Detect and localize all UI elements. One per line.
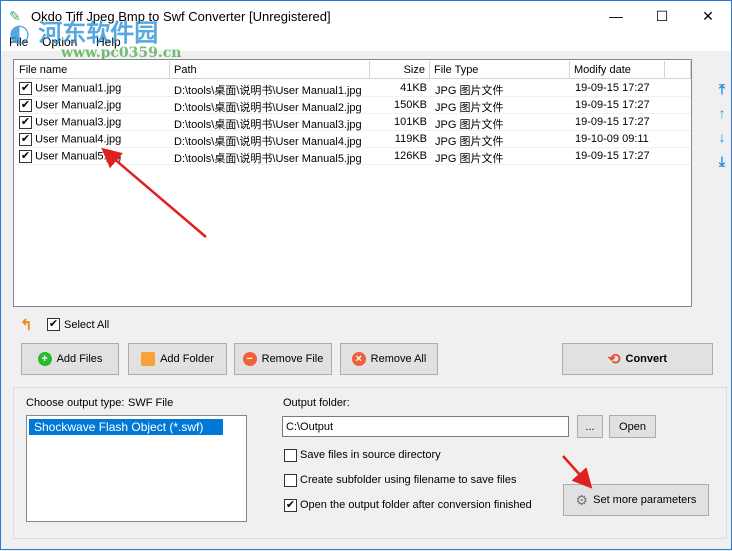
file-name: User Manual2.jpg bbox=[35, 99, 122, 112]
output-type-option[interactable]: Shockwave Flash Object (*.swf) bbox=[29, 419, 223, 435]
select-all-label: Select All bbox=[64, 319, 110, 331]
set-params-label: Set more parameters bbox=[593, 494, 697, 506]
plus-icon: + bbox=[37, 352, 52, 366]
remove-file-button[interactable]: − Remove File bbox=[234, 343, 332, 375]
table-row[interactable]: ✔ User Manual5.jpg D:\tools\桌面\说明书\User … bbox=[15, 148, 691, 165]
browse-button[interactable]: ... bbox=[577, 415, 603, 438]
modify-date-cell: 19-09-15 17:27 bbox=[575, 150, 650, 162]
file-type-cell: JPG 图片文件 bbox=[435, 119, 504, 131]
row-checkbox[interactable]: ✔ bbox=[19, 133, 32, 146]
output-type-list[interactable]: Shockwave Flash Object (*.swf) bbox=[26, 415, 247, 522]
folder-icon bbox=[141, 352, 156, 366]
file-name: User Manual5.jpg bbox=[35, 150, 122, 163]
select-all-checkbox[interactable]: ✔ bbox=[47, 318, 60, 331]
remove-all-button[interactable]: × Remove All bbox=[340, 343, 438, 375]
path-cell: D:\tools\桌面\说明书\User Manual5.jpg bbox=[174, 153, 362, 165]
open-folder-button[interactable]: Open bbox=[609, 415, 656, 438]
modify-date-cell: 19-09-15 17:27 bbox=[575, 116, 650, 128]
move-top-icon[interactable]: ⤒ bbox=[715, 81, 729, 98]
gear-icon: ⚙ bbox=[575, 491, 589, 508]
file-type-cell: JPG 图片文件 bbox=[435, 102, 504, 114]
modify-date-cell: 19-09-15 17:27 bbox=[575, 82, 650, 94]
file-name-cell: ✔ User Manual3.jpg bbox=[19, 116, 121, 129]
row-checkbox[interactable]: ✔ bbox=[19, 82, 32, 95]
path-cell: D:\tools\桌面\说明书\User Manual3.jpg bbox=[174, 119, 362, 131]
column-header-modify-date[interactable]: Modify date bbox=[570, 61, 665, 79]
minus-icon: − bbox=[242, 352, 257, 366]
convert-icon: ⟲ bbox=[607, 351, 621, 368]
row-checkbox[interactable]: ✔ bbox=[19, 116, 32, 129]
output-folder-input[interactable] bbox=[282, 416, 569, 437]
maximize-button[interactable]: ☐ bbox=[639, 1, 685, 32]
table-row[interactable]: ✔ User Manual4.jpg D:\tools\桌面\说明书\User … bbox=[15, 131, 691, 148]
remove-all-label: Remove All bbox=[370, 353, 427, 365]
move-up-icon[interactable]: ↑ bbox=[715, 105, 729, 121]
create-subfolder-label: Create subfolder using filename to save … bbox=[300, 474, 517, 486]
add-files-button[interactable]: + Add Files bbox=[21, 343, 119, 375]
set-more-parameters-button[interactable]: ⚙ Set more parameters bbox=[563, 484, 709, 516]
path-cell: D:\tools\桌面\说明书\User Manual4.jpg bbox=[174, 136, 362, 148]
move-bottom-icon[interactable]: ⤓ bbox=[715, 153, 729, 170]
size-cell: 101KB bbox=[393, 116, 427, 128]
file-name-cell: ✔ User Manual5.jpg bbox=[19, 150, 121, 163]
modify-date-cell: 19-10-09 09:11 bbox=[575, 133, 649, 145]
table-row[interactable]: ✔ User Manual1.jpg D:\tools\桌面\说明书\User … bbox=[15, 80, 691, 97]
file-type-cell: JPG 图片文件 bbox=[435, 153, 504, 165]
add-folder-label: Add Folder bbox=[160, 353, 214, 365]
size-cell: 150KB bbox=[393, 99, 427, 111]
path-cell: D:\tools\桌面\说明书\User Manual1.jpg bbox=[174, 85, 362, 97]
column-header-file-name[interactable]: File name bbox=[15, 61, 170, 79]
file-type-cell: JPG 图片文件 bbox=[435, 136, 504, 148]
add-folder-button[interactable]: Add Folder bbox=[128, 343, 227, 375]
create-subfolder-checkbox[interactable] bbox=[284, 474, 297, 487]
up-folder-icon[interactable]: ↰ bbox=[20, 316, 33, 334]
size-cell: 119KB bbox=[394, 133, 427, 145]
move-down-icon[interactable]: ↓ bbox=[715, 129, 729, 145]
open-output-folder-label: Open the output folder after conversion … bbox=[300, 499, 532, 511]
modify-date-cell: 19-09-15 17:27 bbox=[575, 99, 650, 111]
size-cell: 126KB bbox=[393, 150, 427, 162]
file-name: User Manual3.jpg bbox=[35, 116, 122, 129]
column-header-extra bbox=[665, 61, 691, 79]
column-header-file-type[interactable]: File Type bbox=[430, 61, 570, 79]
file-type-cell: JPG 图片文件 bbox=[435, 85, 504, 97]
table-row[interactable]: ✔ User Manual3.jpg D:\tools\桌面\说明书\User … bbox=[15, 114, 691, 131]
close-button[interactable]: ✕ bbox=[685, 1, 731, 32]
watermark-logo: ◐ 河东软件园 bbox=[9, 18, 159, 47]
file-name: User Manual1.jpg bbox=[35, 82, 122, 95]
file-name-cell: ✔ User Manual4.jpg bbox=[19, 133, 121, 146]
save-source-checkbox[interactable] bbox=[284, 449, 297, 462]
open-output-folder-checkbox[interactable]: ✔ bbox=[284, 499, 297, 512]
output-type-label: Choose output type: bbox=[26, 397, 125, 409]
column-header-size[interactable]: Size bbox=[370, 61, 430, 79]
path-cell: D:\tools\桌面\说明书\User Manual2.jpg bbox=[174, 102, 362, 114]
x-icon: × bbox=[351, 352, 366, 366]
column-header-path[interactable]: Path bbox=[170, 61, 370, 79]
file-list[interactable]: File name Path Size File Type Modify dat… bbox=[13, 59, 692, 307]
output-type-value: SWF File bbox=[128, 397, 174, 409]
row-checkbox[interactable]: ✔ bbox=[19, 150, 32, 163]
convert-button[interactable]: ⟲ Convert bbox=[562, 343, 713, 375]
output-folder-label: Output folder: bbox=[283, 397, 350, 409]
file-name-cell: ✔ User Manual2.jpg bbox=[19, 99, 121, 112]
file-name-cell: ✔ User Manual1.jpg bbox=[19, 82, 121, 95]
remove-file-label: Remove File bbox=[261, 353, 324, 365]
minimize-button[interactable]: — bbox=[593, 1, 639, 32]
add-files-label: Add Files bbox=[56, 353, 103, 365]
table-row[interactable]: ✔ User Manual2.jpg D:\tools\桌面\说明书\User … bbox=[15, 97, 691, 114]
file-name: User Manual4.jpg bbox=[35, 133, 122, 146]
row-checkbox[interactable]: ✔ bbox=[19, 99, 32, 112]
size-cell: 41KB bbox=[400, 82, 427, 94]
save-source-label: Save files in source directory bbox=[300, 449, 441, 461]
convert-label: Convert bbox=[625, 353, 668, 365]
